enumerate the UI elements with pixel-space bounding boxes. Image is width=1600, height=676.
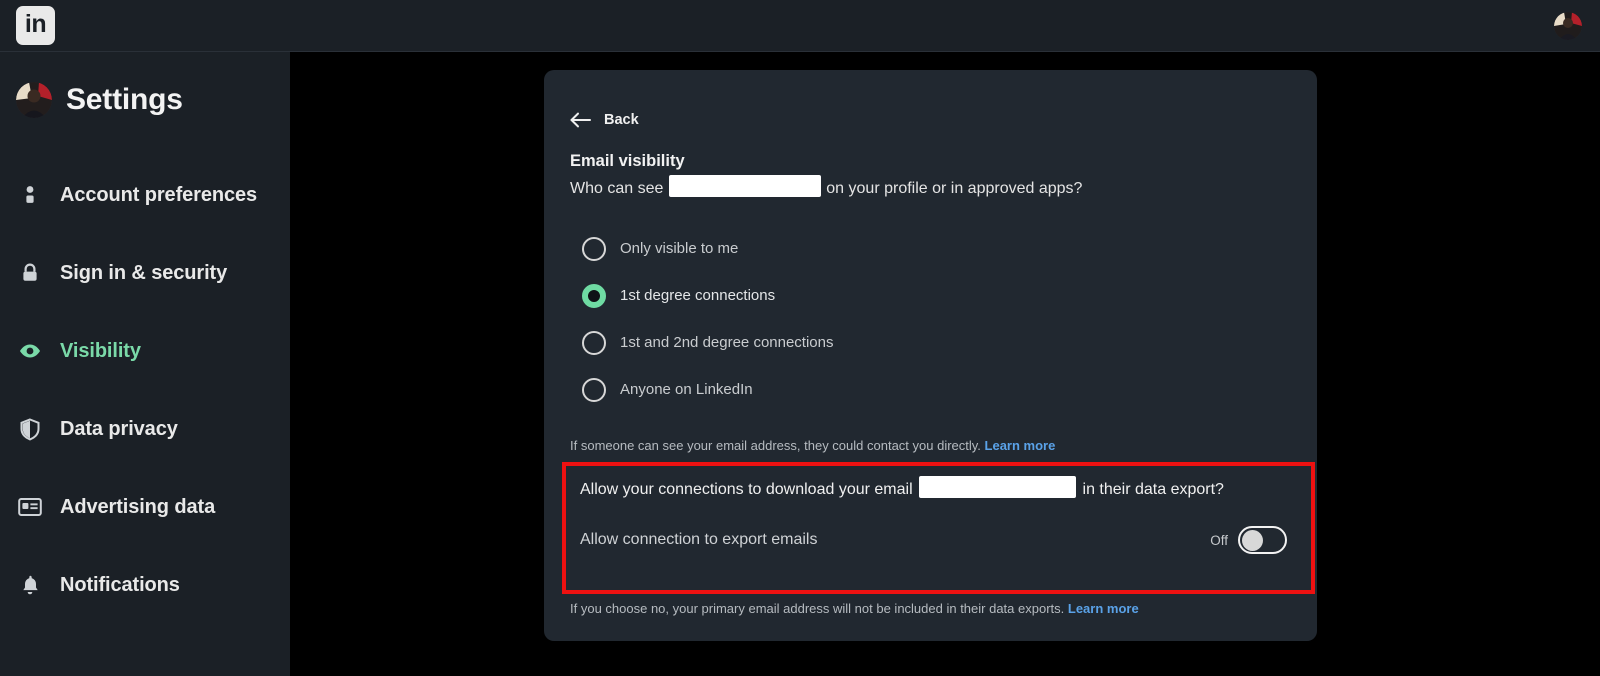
email-visibility-panel: Back Email visibility Who can see on you…: [544, 70, 1317, 641]
toggle-state-label: Off: [1210, 532, 1228, 548]
export-note-text: If you choose no, your primary email add…: [570, 601, 1068, 616]
radio-option-label: Anyone on LinkedIn: [620, 381, 753, 398]
visibility-radio-group: Only visible to me 1st degree connection…: [582, 225, 834, 413]
sidebar-item-account-preferences[interactable]: Account preferences: [0, 156, 290, 234]
back-button[interactable]: Back: [570, 112, 639, 128]
linkedin-logo-icon[interactable]: in: [16, 6, 55, 45]
sidebar-item-data-privacy[interactable]: Data privacy: [0, 390, 290, 468]
eye-icon: [18, 339, 42, 363]
sidebar-item-sign-in-security[interactable]: Sign in & security: [0, 234, 290, 312]
avatar-image: [16, 82, 52, 118]
avatar: [16, 82, 52, 118]
radio-icon: [582, 330, 606, 355]
radio-option-label: Only visible to me: [620, 240, 739, 257]
user-avatar-icon[interactable]: [1554, 12, 1582, 40]
export-question: Allow your connections to download your …: [580, 476, 1224, 499]
redacted-email-2: [919, 476, 1077, 498]
sidebar-item-notifications[interactable]: Notifications: [0, 546, 290, 624]
sidebar-item-label: Visibility: [60, 339, 141, 362]
radio-icon: [582, 377, 606, 402]
radio-option-label: 1st degree connections: [620, 287, 776, 304]
main-stage: Back Email visibility Who can see on you…: [290, 52, 1600, 676]
lock-icon: [18, 261, 42, 285]
sidebar-item-advertising-data[interactable]: Advertising data: [0, 468, 290, 546]
radio-option-1st-and-2nd-degree-connections[interactable]: 1st and 2nd degree connections: [582, 319, 834, 366]
section-title: Email visibility: [570, 152, 685, 170]
radio-option-1st-degree-connections[interactable]: 1st degree connections: [582, 272, 834, 319]
avatar-image: [1554, 12, 1582, 40]
person-icon: [18, 183, 42, 207]
radio-icon: [582, 236, 606, 261]
export-note: If you choose no, your primary email add…: [570, 601, 1139, 616]
contact-note-text: If someone can see your email address, t…: [570, 438, 985, 453]
export-toggle-row: Allow connection to export emails Off: [580, 526, 1287, 554]
top-bar: in: [0, 0, 1600, 52]
sidebar-item-visibility[interactable]: Visibility: [0, 312, 290, 390]
export-highlight-box: Allow your connections to download your …: [562, 462, 1315, 594]
sidebar-item-label: Data privacy: [60, 417, 178, 440]
redacted-email-1: [668, 175, 821, 197]
question-prefix: Who can see: [570, 180, 668, 197]
sidebar-item-label: Sign in & security: [60, 261, 228, 284]
sidebar-item-label: Advertising data: [60, 495, 216, 518]
sidebar-item-label: Account preferences: [60, 183, 258, 206]
section-question: Who can see on your profile or in approv…: [570, 175, 1082, 198]
radio-icon-selected: [582, 283, 606, 308]
radio-option-label: 1st and 2nd degree connections: [620, 334, 834, 351]
contact-note: If someone can see your email address, t…: [570, 438, 1055, 453]
sidebar-item-label: Notifications: [60, 573, 180, 596]
allow-connection-export-emails-toggle[interactable]: [1238, 526, 1287, 554]
id-card-icon: [18, 495, 42, 519]
settings-header: Settings: [16, 82, 183, 118]
radio-option-anyone-on-linkedin[interactable]: Anyone on LinkedIn: [582, 366, 834, 413]
export-toggle-label: Allow connection to export emails: [580, 531, 818, 548]
radio-option-only-visible-to-me[interactable]: Only visible to me: [582, 225, 834, 272]
export-toggle-control: Off: [1210, 526, 1287, 554]
page-title: Settings: [66, 83, 183, 116]
bell-icon: [18, 573, 42, 597]
shield-icon: [18, 417, 42, 441]
export-note-learn-more-link[interactable]: Learn more: [1068, 601, 1139, 616]
question-suffix: on your profile or in approved apps?: [821, 180, 1083, 197]
contact-note-learn-more-link[interactable]: Learn more: [985, 438, 1056, 453]
sidebar-nav: Account preferences Sign in & security V…: [0, 156, 290, 624]
toggle-knob: [1242, 530, 1263, 551]
sidebar: Settings Account preferences Sign in & s…: [0, 52, 290, 676]
back-button-label: Back: [604, 112, 639, 128]
export-question-prefix: Allow your connections to download your …: [580, 481, 918, 498]
export-question-suffix: in their data export?: [1078, 481, 1224, 498]
arrow-left-icon: [570, 112, 592, 128]
